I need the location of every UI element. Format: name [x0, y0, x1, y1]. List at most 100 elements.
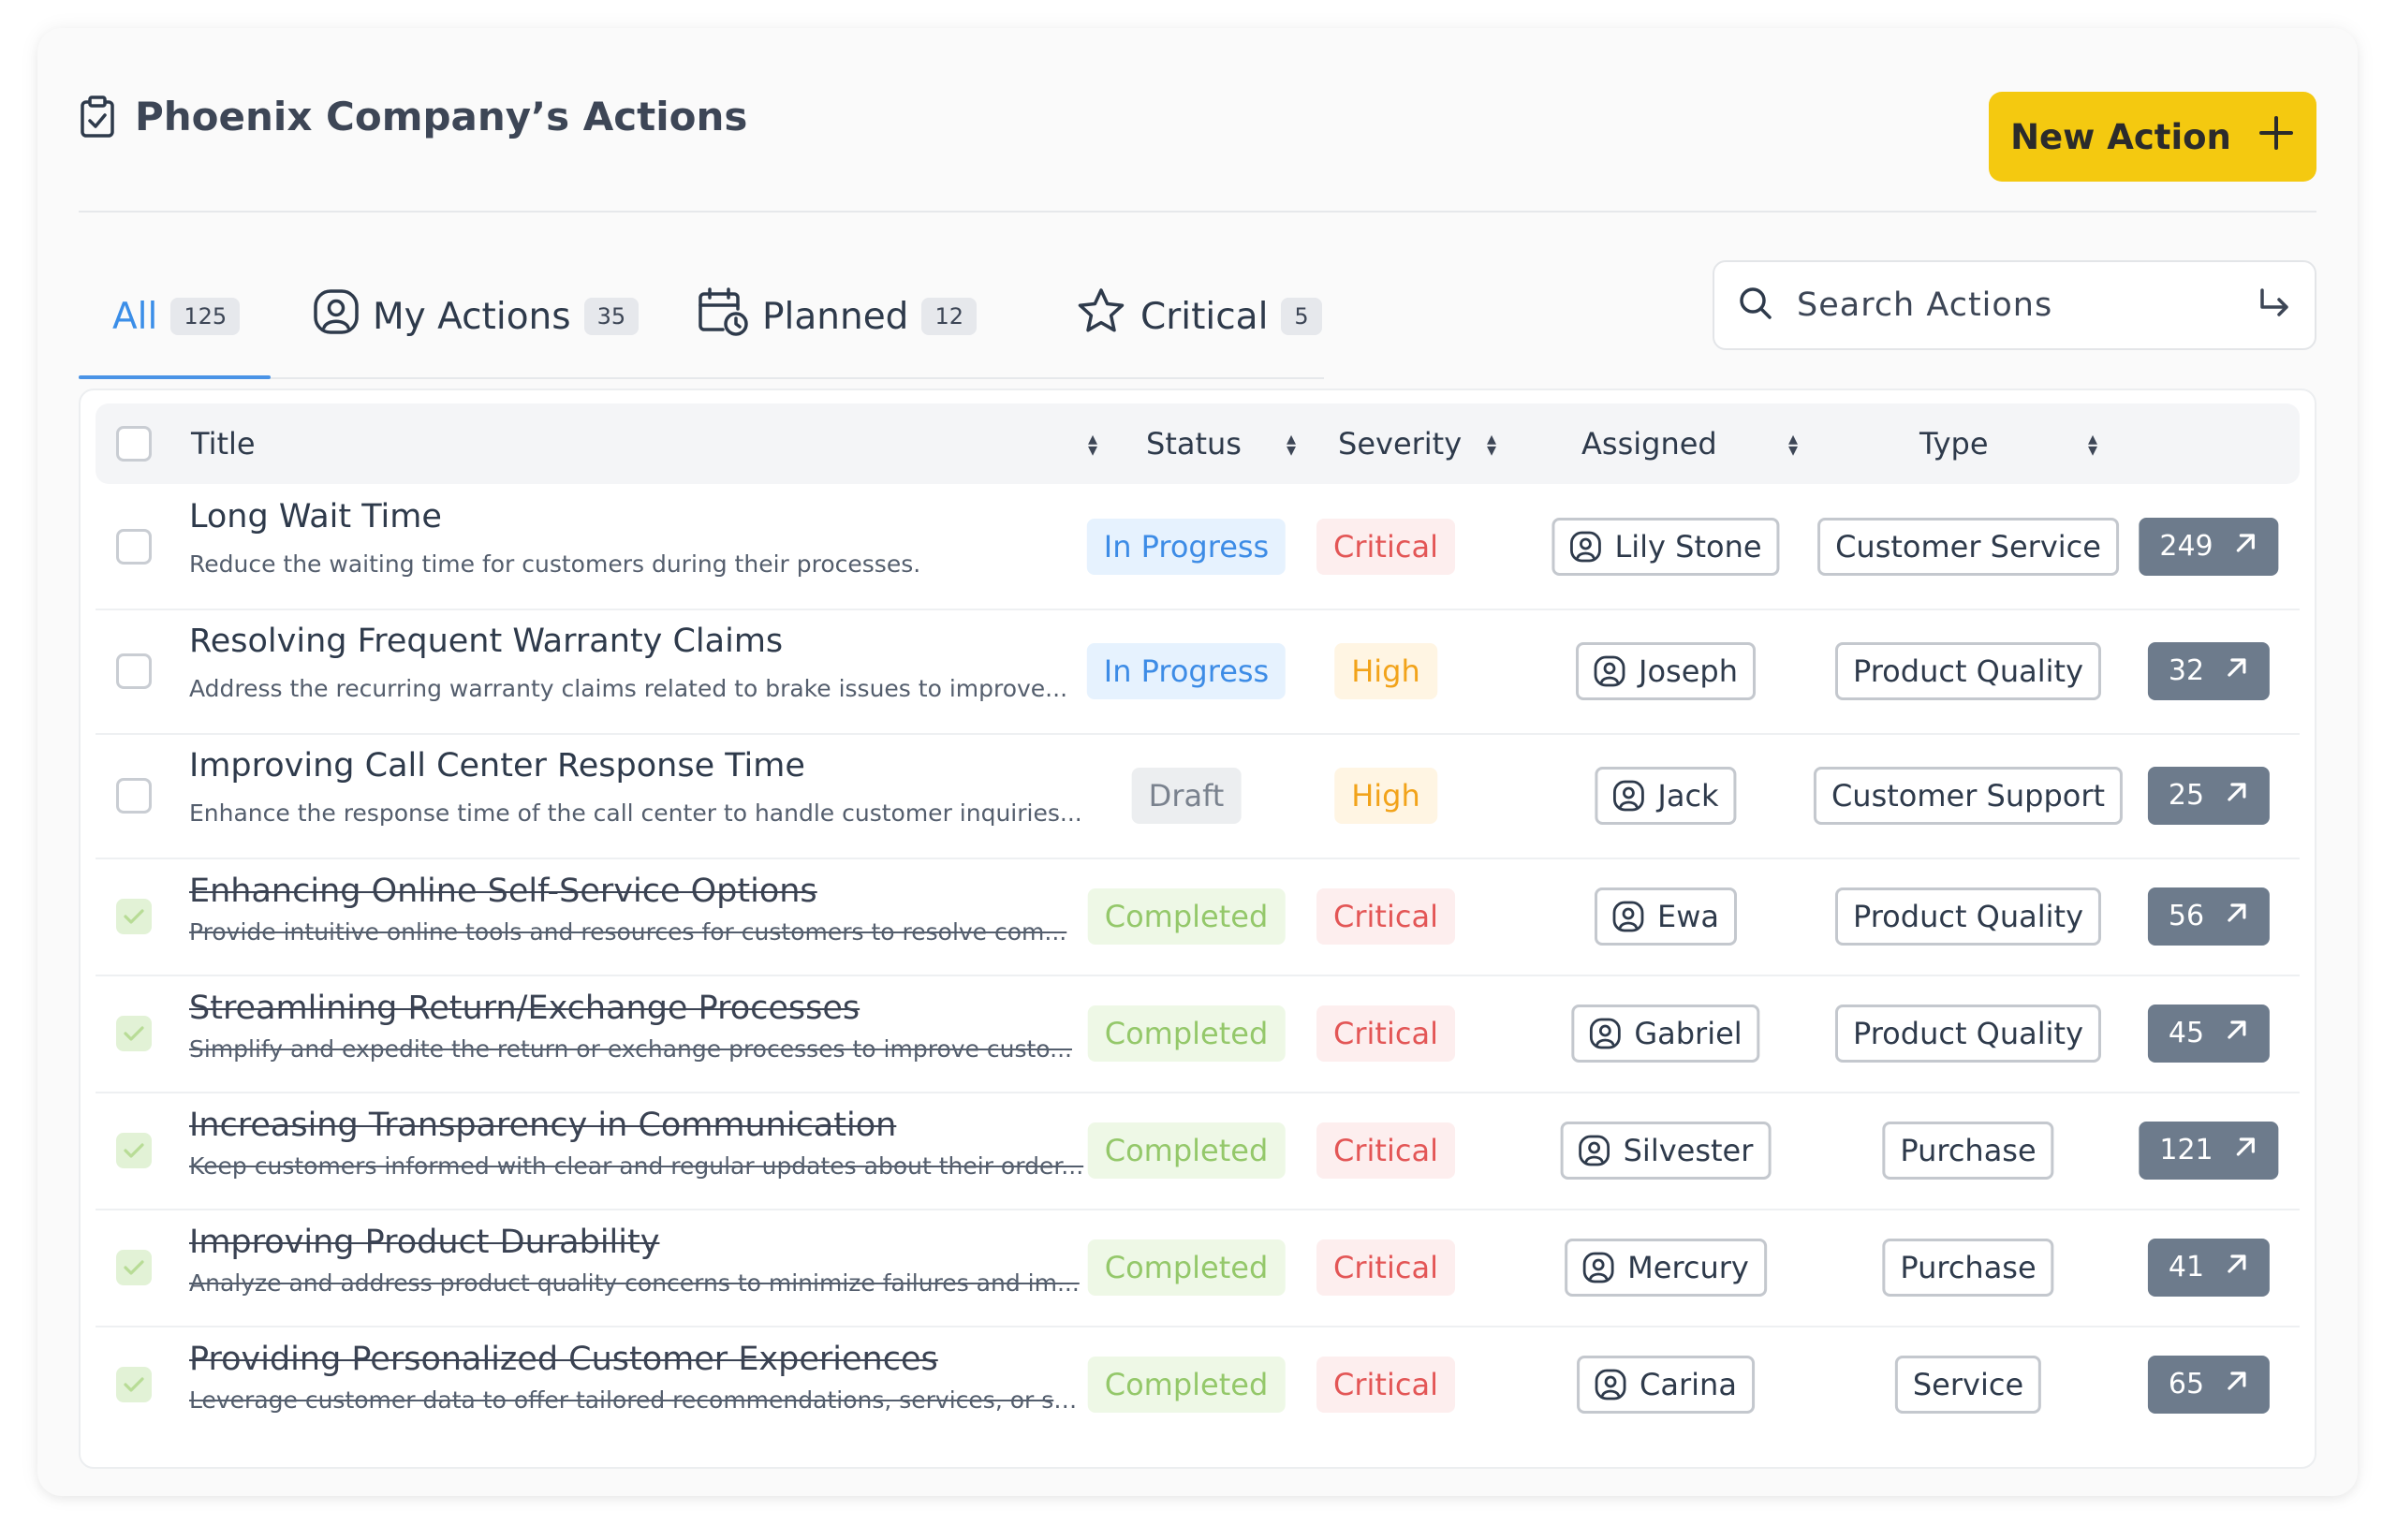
table-row[interactable]: Enhancing Online Self-Service Options Pro…: [96, 858, 2300, 976]
table-row[interactable]: Improving Call Center Response Time Enhan…: [96, 733, 2300, 859]
sort-icon[interactable]: ▴ ▾: [2088, 403, 2097, 484]
table-row[interactable]: Long Wait Time Reduce the waiting time fo…: [96, 484, 2300, 610]
open-action-button[interactable]: 249: [2139, 517, 2279, 576]
assignee-chip[interactable]: Gabriel: [1571, 1004, 1760, 1063]
severity-badge: Critical: [1316, 1122, 1455, 1179]
assignee-chip[interactable]: Joseph: [1576, 641, 1756, 700]
open-action-button[interactable]: 45: [2147, 1004, 2271, 1063]
assignee-chip[interactable]: Lily Stone: [1551, 517, 1780, 576]
severity-label: Critical: [1333, 1132, 1438, 1168]
table-row[interactable]: Streamlining Return/Exchange Processes Si…: [96, 975, 2300, 1093]
column-severity[interactable]: Severity: [1338, 403, 1462, 484]
assignee-chip[interactable]: Jack: [1595, 766, 1737, 825]
action-title[interactable]: Long Wait Time: [189, 498, 442, 535]
severity-badge: Critical: [1316, 1356, 1455, 1413]
new-action-button[interactable]: New Action: [1989, 92, 2316, 182]
severity-label: Critical: [1333, 1249, 1438, 1285]
column-type[interactable]: Type: [1919, 403, 1989, 484]
assignee-chip[interactable]: Mercury: [1565, 1238, 1767, 1297]
arrow-up-right-icon: [2234, 1134, 2258, 1166]
sort-icon[interactable]: ▴ ▾: [1287, 403, 1296, 484]
search-input[interactable]: [1795, 286, 2255, 325]
status-badge: Completed: [1087, 1356, 1286, 1413]
assignee-chip[interactable]: Silvester: [1560, 1121, 1772, 1180]
sort-icon[interactable]: ▴ ▾: [1788, 403, 1798, 484]
status-label: Completed: [1104, 1132, 1269, 1168]
open-action-button[interactable]: 121: [2139, 1121, 2279, 1180]
item-count: 56: [2168, 900, 2205, 932]
actions-panel: Phoenix Company’s Actions New Action All…: [37, 28, 2358, 1496]
sort-icon[interactable]: ▴ ▾: [1487, 403, 1496, 484]
row-checkbox[interactable]: [116, 528, 152, 565]
arrow-up-right-icon: [2225, 1368, 2249, 1401]
assignee-chip[interactable]: Carina: [1577, 1355, 1755, 1414]
tab-count-badge: 12: [921, 298, 977, 335]
item-count: 121: [2159, 1134, 2213, 1166]
status-label: Completed: [1104, 1249, 1269, 1285]
table-row[interactable]: Providing Personalized Customer Experien…: [96, 1326, 2300, 1443]
action-title[interactable]: Improving Call Center Response Time: [189, 747, 805, 785]
row-checkbox[interactable]: [116, 777, 152, 814]
tab-count-badge: 35: [583, 298, 640, 335]
action-description: Provide intuitive online tools and resou…: [189, 917, 1067, 946]
row-checkbox[interactable]: [116, 1249, 152, 1285]
row-checkbox[interactable]: [116, 1366, 152, 1402]
action-title[interactable]: Enhancing Online Self-Service Options: [189, 873, 817, 910]
action-title[interactable]: Improving Product Durability: [189, 1224, 659, 1261]
type-label: Customer Support: [1831, 777, 2106, 814]
status-badge: In Progress: [1086, 518, 1287, 575]
tab-critical[interactable]: Critical 5: [1075, 284, 1322, 349]
page-title: Phoenix Company’s Actions: [135, 94, 748, 139]
user-avatar-icon: [1612, 901, 1644, 932]
severity-badge: Critical: [1316, 518, 1455, 575]
type-label: Service: [1912, 1366, 2024, 1402]
severity-label: Critical: [1333, 528, 1438, 565]
action-description: Leverage customer data to offer tailored…: [189, 1386, 1088, 1414]
column-status[interactable]: Status: [1146, 403, 1242, 484]
open-action-button[interactable]: 65: [2147, 1355, 2271, 1414]
enter-arrow-icon[interactable]: [2255, 285, 2292, 326]
status-badge: Completed: [1087, 1239, 1286, 1296]
tab-planned[interactable]: Planned 12: [697, 284, 977, 349]
open-action-button[interactable]: 25: [2147, 766, 2271, 825]
item-count: 249: [2159, 530, 2213, 563]
action-description: Analyze and address product quality conc…: [189, 1269, 1080, 1297]
tab-all[interactable]: All 125: [112, 284, 241, 349]
open-action-button[interactable]: 32: [2147, 641, 2271, 700]
active-tab-indicator: [79, 375, 271, 379]
search-box: [1713, 260, 2316, 350]
column-title[interactable]: Title: [191, 403, 256, 484]
sort-icon[interactable]: ▴ ▾: [1088, 403, 1097, 484]
row-checkbox[interactable]: [116, 898, 152, 934]
tab-my-actions[interactable]: My Actions 35: [313, 284, 640, 349]
row-checkbox[interactable]: [116, 1132, 152, 1168]
table-row[interactable]: Resolving Frequent Warranty Claims Addres…: [96, 609, 2300, 735]
select-all-checkbox[interactable]: [116, 426, 152, 462]
type-tag: Product Quality: [1834, 1004, 2102, 1063]
column-assigned[interactable]: Assigned: [1581, 403, 1717, 484]
open-action-button[interactable]: 41: [2147, 1238, 2271, 1297]
tab-label: Critical: [1140, 295, 1269, 338]
type-label: Customer Service: [1835, 528, 2101, 565]
table-row[interactable]: Increasing Transparency in Communication…: [96, 1092, 2300, 1210]
row-checkbox[interactable]: [116, 1015, 152, 1051]
user-avatar-icon: [1589, 1018, 1621, 1049]
user-avatar-icon: [1579, 1135, 1610, 1166]
assignee-chip[interactable]: Ewa: [1595, 887, 1737, 946]
tab-label: All: [112, 295, 158, 338]
action-title[interactable]: Resolving Frequent Warranty Claims: [189, 623, 783, 660]
action-title[interactable]: Providing Personalized Customer Experien…: [189, 1341, 938, 1378]
search-icon: [1737, 285, 1774, 326]
column-status-label: Status: [1146, 426, 1242, 462]
action-title[interactable]: Increasing Transparency in Communication: [189, 1107, 896, 1144]
status-badge: Completed: [1087, 887, 1286, 945]
row-checkbox[interactable]: [116, 653, 152, 689]
action-title[interactable]: Streamlining Return/Exchange Processes: [189, 990, 860, 1027]
severity-badge: High: [1334, 767, 1437, 824]
check-icon: [116, 1367, 152, 1402]
check-icon: [116, 1016, 152, 1051]
table-row[interactable]: Improving Product Durability Analyze and …: [96, 1209, 2300, 1327]
tab-label: My Actions: [373, 295, 571, 338]
open-action-button[interactable]: 56: [2147, 887, 2271, 946]
assignee-name: Jack: [1657, 777, 1719, 814]
